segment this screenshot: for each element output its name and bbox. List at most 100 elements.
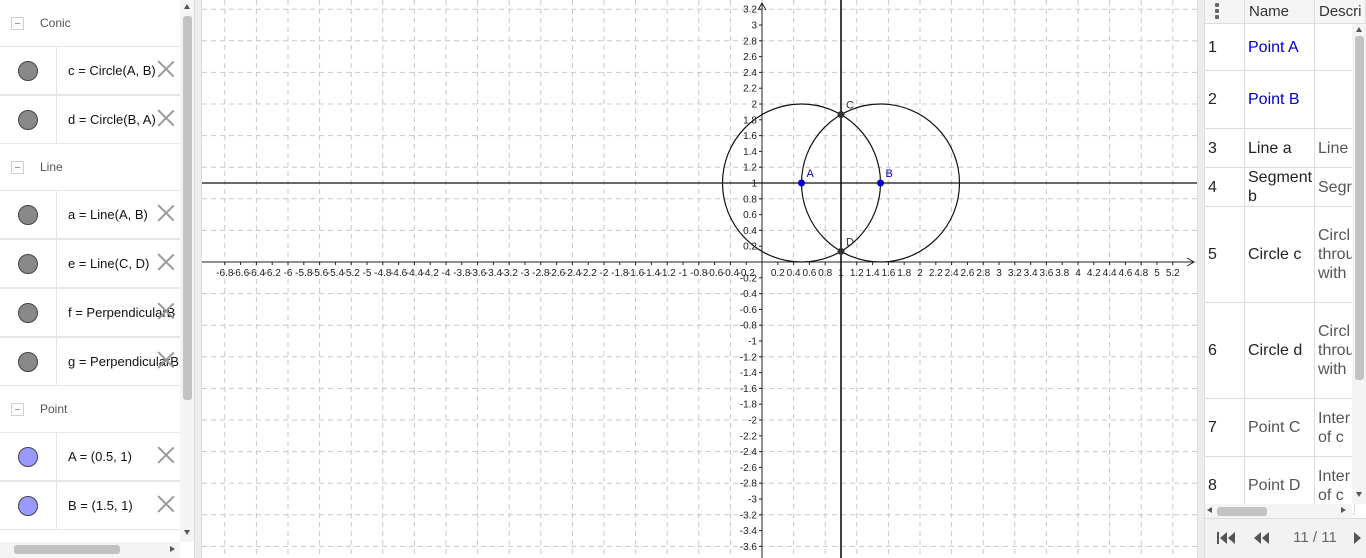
algebra-item[interactable]: A = (0.5, 1) <box>0 432 180 481</box>
group-label: Line <box>40 160 63 174</box>
group-header-line[interactable]: Line <box>0 144 180 190</box>
x-tick-label: 3 <box>996 268 1002 279</box>
delete-icon[interactable] <box>156 59 176 79</box>
point-C[interactable] <box>837 111 845 119</box>
delete-icon[interactable] <box>156 494 176 514</box>
protocol-row[interactable]: 2 Point B <box>1205 71 1355 129</box>
algebra-item[interactable]: g = PerpendicularB <box>0 337 180 386</box>
scroll-up-arrow-icon[interactable] <box>1356 27 1362 32</box>
protocol-menu-header[interactable] <box>1205 0 1245 24</box>
view-splitter[interactable] <box>1197 0 1205 558</box>
column-header-name[interactable]: Name <box>1245 0 1315 24</box>
row-number: 3 <box>1205 129 1245 167</box>
delete-icon[interactable] <box>156 108 176 128</box>
collapse-icon[interactable] <box>11 160 24 174</box>
visibility-toggle[interactable] <box>0 240 57 287</box>
delete-icon[interactable] <box>156 203 176 223</box>
delete-icon[interactable] <box>156 350 176 370</box>
scrollbar-thumb[interactable] <box>14 545 120 554</box>
x-tick-label: -2.2 <box>580 268 598 279</box>
algebra-item[interactable]: d = Circle(B, A) <box>0 95 180 144</box>
collapse-icon[interactable] <box>11 16 24 30</box>
x-tick-label: -5.2 <box>343 268 361 279</box>
protocol-vertical-scrollbar[interactable] <box>1352 24 1366 504</box>
scrollbar-thumb[interactable] <box>183 16 192 400</box>
visibility-marble-icon[interactable] <box>18 447 38 467</box>
next-step-icon[interactable] <box>1351 531 1365 545</box>
graphics-canvas[interactable]: -6.8-6.6-6.4-6.2 -6 -5.8-5.6-5.4-5.2 -5 -4.8… <box>202 0 1197 558</box>
point-B[interactable] <box>877 179 884 187</box>
y-tick-label: -1.8 <box>740 400 758 411</box>
algebra-item[interactable]: e = Line(C, D) <box>0 239 180 288</box>
visibility-marble-icon[interactable] <box>18 496 38 516</box>
row-name: Segment b <box>1245 168 1315 206</box>
row-number: 7 <box>1205 399 1245 456</box>
visibility-marble-icon[interactable] <box>18 110 38 130</box>
x-tick-label: 0.2 <box>771 268 785 279</box>
scroll-down-arrow-icon[interactable] <box>184 530 190 535</box>
graphics-view[interactable]: -6.8 -6.6 -6.4 -6.2 -6 -5.8 -5.6 -5.4 -5.2 -5 -4.8… <box>202 0 1197 558</box>
visibility-marble-icon[interactable] <box>18 303 38 323</box>
algebra-item[interactable]: B = (1.5, 1) <box>0 481 180 530</box>
visibility-toggle[interactable] <box>0 191 57 238</box>
visibility-marble-icon[interactable] <box>18 61 38 81</box>
group-header-conic[interactable]: Conic <box>0 0 180 46</box>
protocol-row[interactable]: 4 Segment b Segr <box>1205 168 1355 207</box>
visibility-toggle[interactable] <box>0 96 57 143</box>
row-number: 6 <box>1205 303 1245 398</box>
scroll-right-arrow-icon[interactable] <box>170 546 175 552</box>
visibility-toggle[interactable] <box>0 433 57 480</box>
scrollbar-thumb[interactable] <box>1217 507 1267 516</box>
scroll-left-arrow-icon[interactable] <box>1207 507 1212 513</box>
x-tick-label: -5 <box>363 268 372 279</box>
y-tick-label: -3.4 <box>740 526 758 537</box>
more-vertical-icon[interactable] <box>1215 3 1219 19</box>
point-label-D: D <box>846 236 854 248</box>
visibility-toggle[interactable] <box>0 482 57 529</box>
y-tick-label: 3 <box>751 21 757 32</box>
column-header-description[interactable]: Descri <box>1315 0 1366 24</box>
x-tick-label: 1.8 <box>897 268 911 279</box>
delete-icon[interactable] <box>156 301 176 321</box>
scroll-right-arrow-icon[interactable] <box>1341 507 1346 513</box>
view-splitter[interactable] <box>194 0 202 558</box>
y-tick-label: 2.2 <box>743 84 757 95</box>
construction-protocol: Name Descri 1 Point A 2 Point B 3 Line a Line 4… <box>1205 0 1366 558</box>
scroll-up-arrow-icon[interactable] <box>184 4 190 9</box>
visibility-marble-icon[interactable] <box>18 254 38 274</box>
scroll-down-arrow-icon[interactable] <box>1356 492 1362 497</box>
point-A[interactable] <box>798 179 805 187</box>
y-tick-label: 0.4 <box>743 226 757 237</box>
algebra-vertical-scrollbar[interactable] <box>180 0 194 542</box>
protocol-horizontal-scrollbar[interactable] <box>1205 504 1352 518</box>
delete-icon[interactable] <box>156 445 176 465</box>
y-tick-label: -1.6 <box>740 384 758 395</box>
previous-step-icon[interactable] <box>1251 531 1273 545</box>
protocol-row[interactable]: 7 Point C Inter of c <box>1205 399 1355 457</box>
visibility-toggle[interactable] <box>0 47 57 94</box>
protocol-row[interactable]: 1 Point A <box>1205 24 1355 71</box>
x-tick-label: 4.6 <box>1118 268 1132 279</box>
algebra-item[interactable]: a = Line(A, B) <box>0 190 180 239</box>
visibility-toggle[interactable] <box>0 289 57 336</box>
visibility-marble-icon[interactable] <box>18 352 38 372</box>
collapse-icon[interactable] <box>11 402 24 416</box>
scrollbar-thumb[interactable] <box>1355 36 1364 380</box>
algebra-item[interactable]: c = Circle(A, B) <box>0 46 180 95</box>
protocol-row[interactable]: 5 Circle c Circl throu with <box>1205 207 1355 303</box>
y-tick-label: -2.8 <box>740 479 758 490</box>
first-step-icon[interactable] <box>1215 531 1237 545</box>
visibility-marble-icon[interactable] <box>18 205 38 225</box>
point-D[interactable] <box>837 247 845 255</box>
group-header-point[interactable]: Point <box>0 386 180 432</box>
algebra-horizontal-scrollbar[interactable] <box>0 542 180 558</box>
protocol-row[interactable]: 3 Line a Line <box>1205 129 1355 168</box>
y-tick-label: -2 <box>748 416 757 427</box>
delete-icon[interactable] <box>156 252 176 272</box>
x-tick-label: -3 <box>521 268 530 279</box>
protocol-row[interactable]: 6 Circle d Circl throu with <box>1205 303 1355 399</box>
algebra-item[interactable]: f = PerpendicularB <box>0 288 180 337</box>
x-tick-label: 5.2 <box>1166 268 1180 279</box>
x-tick-label: 2.2 <box>929 268 943 279</box>
visibility-toggle[interactable] <box>0 338 57 385</box>
